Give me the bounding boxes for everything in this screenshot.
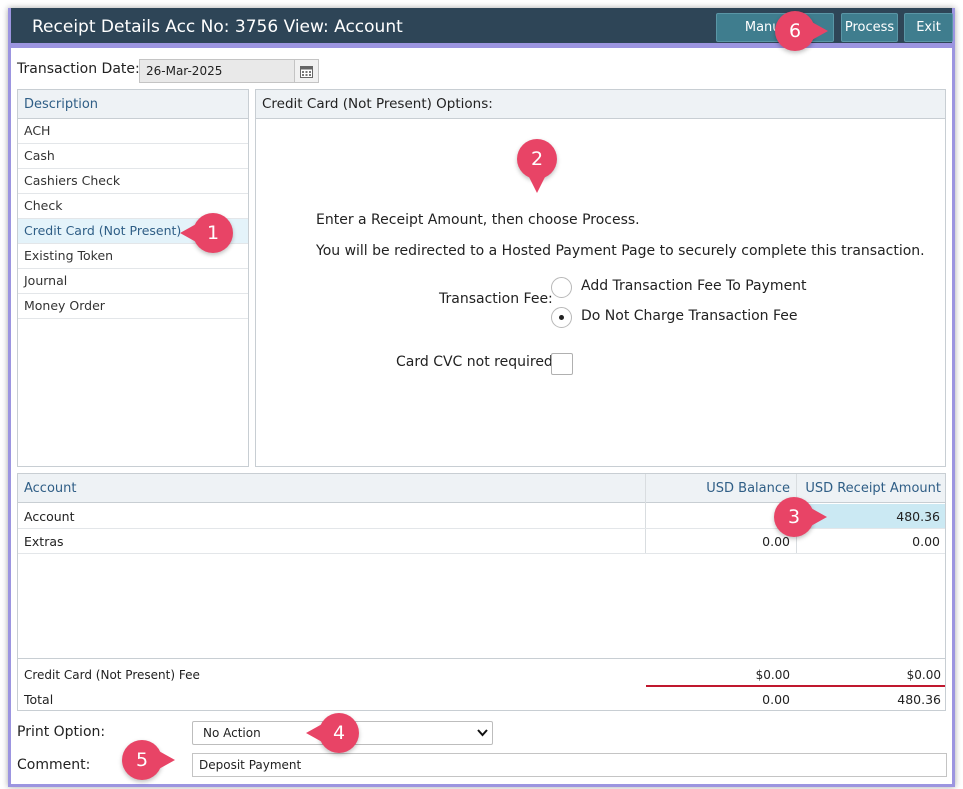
process-button[interactable]: Process (841, 13, 898, 42)
callout-marker-4: 4 (306, 713, 359, 753)
method-item-cashiers-check[interactable]: Cashiers Check (18, 169, 248, 194)
calendar-icon (300, 65, 313, 78)
callout-marker-5: 5 (122, 740, 175, 780)
callout-marker-3: 3 (774, 497, 827, 537)
fee-row-label: Credit Card (Not Present) Fee (24, 668, 200, 682)
exit-button[interactable]: Exit (904, 13, 953, 42)
instruction-line-2: You will be redirected to a Hosted Payme… (316, 243, 925, 259)
extras-receipt-amount-input[interactable]: 0.00 (797, 529, 945, 554)
total-label: Total (24, 692, 54, 707)
chevron-down-icon (477, 729, 488, 737)
print-option-label: Print Option: (17, 724, 106, 740)
callout-number: 4 (332, 722, 346, 744)
col-account: Account (24, 481, 77, 496)
options-header: Credit Card (Not Present) Options: (256, 90, 945, 119)
col-usd-balance: USD Balance (706, 481, 790, 496)
cvc-checkbox[interactable] (551, 353, 573, 375)
row-account-name: Account (24, 509, 75, 524)
method-item-cash[interactable]: Cash (18, 144, 248, 169)
callout-number: 3 (787, 506, 801, 528)
callout-number: 2 (530, 148, 544, 170)
payment-method-list: Description ACH Cash Cashiers Check Chec… (17, 89, 249, 467)
callout-number: 6 (788, 20, 802, 42)
fee-add-label[interactable]: Add Transaction Fee To Payment (581, 278, 807, 294)
method-item-journal[interactable]: Journal (18, 269, 248, 294)
print-option-value: No Action (203, 726, 261, 740)
callout-marker-2: 2 (517, 139, 557, 193)
method-list-header: Description (18, 90, 248, 119)
total-receipt: 480.36 (897, 692, 941, 707)
comment-label: Comment: (17, 757, 91, 773)
callout-marker-1: 1 (180, 213, 233, 253)
instruction-line-1: Enter a Receipt Amount, then choose Proc… (316, 212, 640, 228)
row-extras-balance: 0.00 (762, 534, 790, 549)
total-balance: 0.00 (762, 692, 790, 707)
transaction-fee-label: Transaction Fee: (439, 291, 553, 307)
credit-card-options-panel: Credit Card (Not Present) Options: Enter… (255, 89, 946, 467)
callout-marker-6: 6 (775, 11, 828, 51)
date-picker-button[interactable] (294, 59, 319, 83)
comment-input[interactable]: Deposit Payment (192, 753, 947, 777)
method-item-money-order[interactable]: Money Order (18, 294, 248, 319)
cvc-label: Card CVC not required: (396, 354, 558, 370)
callout-number: 5 (135, 749, 149, 771)
row-extras-name: Extras (24, 534, 64, 549)
fee-none-radio[interactable] (551, 307, 572, 328)
transaction-date-label: Transaction Date: (17, 61, 140, 77)
fee-add-radio[interactable] (551, 277, 572, 298)
window-title: Receipt Details Acc No: 3756 View: Accou… (32, 17, 403, 37)
receipt-dialog: Receipt Details Acc No: 3756 View: Accou… (8, 8, 955, 787)
method-item-ach[interactable]: ACH (18, 119, 248, 144)
table-footer-divider (18, 658, 945, 659)
transaction-date-input[interactable]: 26-Mar-2025 (139, 59, 294, 83)
callout-number: 1 (206, 222, 220, 244)
row-account-balance: 0 (648, 504, 790, 529)
col-usd-receipt-amount: USD Receipt Amount (805, 481, 941, 496)
fee-none-label[interactable]: Do Not Charge Transaction Fee (581, 308, 798, 324)
